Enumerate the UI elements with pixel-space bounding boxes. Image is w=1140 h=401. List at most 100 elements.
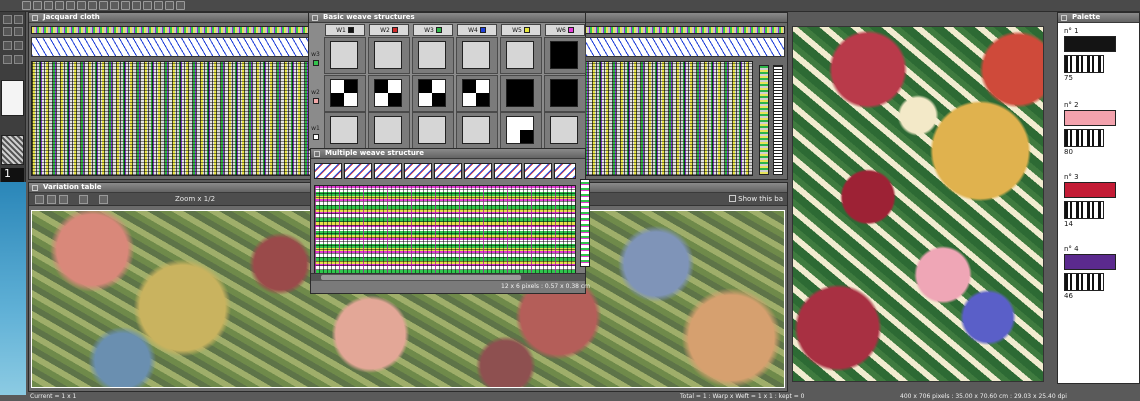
weave-cell[interactable]	[330, 116, 358, 144]
close-icon[interactable]	[32, 15, 38, 21]
line-icon[interactable]	[14, 41, 23, 50]
multiple-weave-grid[interactable]	[314, 185, 576, 275]
picker-icon[interactable]	[3, 41, 12, 50]
palette-entry[interactable]: n° 2 80	[1064, 101, 1140, 157]
multiple-weave-side-strip[interactable]	[580, 179, 590, 267]
view-mode-4-icon[interactable]	[79, 194, 88, 204]
hand-icon[interactable]	[3, 15, 12, 24]
basic-weave-title: Basic weave structures	[323, 13, 415, 21]
weave-cell[interactable]	[550, 116, 578, 144]
zoom-tool-icon[interactable]	[99, 194, 108, 204]
magnifier-icon[interactable]	[14, 27, 23, 36]
eraser-icon[interactable]	[44, 1, 53, 10]
multiple-weave-tile[interactable]	[434, 163, 462, 179]
close-icon[interactable]	[32, 185, 38, 191]
weave-cell[interactable]	[418, 79, 446, 107]
grid-icon[interactable]	[132, 1, 141, 10]
scrollbar-thumb[interactable]	[321, 275, 521, 280]
weft-color-strip[interactable]	[759, 65, 769, 175]
multiple-weave-status: 12 x 6 pixels : 0.57 x 0.38 cm	[501, 283, 590, 291]
rotate-icon[interactable]	[110, 1, 119, 10]
weave-cell[interactable]	[462, 116, 490, 144]
weave-column-header[interactable]: W2	[369, 24, 409, 36]
paste-icon[interactable]	[77, 1, 86, 10]
weave-cell[interactable]	[330, 79, 358, 107]
multiple-weave-tile[interactable]	[314, 163, 342, 179]
main-toolbar	[0, 0, 1140, 12]
pointer-icon[interactable]	[14, 15, 23, 24]
palette-window: Palette n° 1 75 n° 2 80 n° 3 14 n° 4 46	[1057, 12, 1140, 384]
weave-cell[interactable]	[462, 41, 490, 69]
weave-cell[interactable]	[374, 41, 402, 69]
close-icon[interactable]	[1061, 15, 1067, 21]
multiple-weave-tile[interactable]	[554, 163, 576, 179]
palette-entry[interactable]: n° 3 14	[1064, 173, 1140, 229]
palette-weave-pattern[interactable]	[1064, 273, 1104, 291]
weave-row-header[interactable]: w1	[309, 125, 322, 140]
checkbox-icon[interactable]	[729, 195, 737, 202]
weave-column-header[interactable]: W4	[457, 24, 497, 36]
fill-icon[interactable]	[55, 1, 64, 10]
brush-icon[interactable]	[3, 27, 12, 36]
close-icon[interactable]	[312, 15, 318, 21]
palette-weave-pattern[interactable]	[1064, 201, 1104, 219]
palette-color-swatch[interactable]	[1064, 182, 1116, 198]
palette-color-swatch[interactable]	[1064, 36, 1116, 52]
view-mode-3-icon[interactable]	[59, 194, 68, 204]
palette-entry[interactable]: n° 1 75	[1064, 27, 1140, 83]
flip-icon[interactable]	[121, 1, 130, 10]
weave-cell[interactable]	[550, 79, 578, 107]
palette-entry-count: 80	[1064, 148, 1073, 156]
weave-row-header[interactable]: w3	[309, 51, 322, 66]
palette-weave-pattern[interactable]	[1064, 55, 1104, 73]
multiple-weave-tile[interactable]	[404, 163, 432, 179]
undo-icon[interactable]	[88, 1, 97, 10]
view-mode-1-icon[interactable]	[35, 194, 44, 204]
multiple-weave-tile[interactable]	[374, 163, 402, 179]
weave-column-header[interactable]: W3	[413, 24, 453, 36]
weave-column-header[interactable]: W1	[325, 24, 365, 36]
weave-column-header[interactable]: W6	[545, 24, 585, 36]
palette-entry-label: n° 4	[1064, 245, 1079, 253]
weave-cell[interactable]	[550, 41, 578, 69]
multiple-weave-scrollbar[interactable]	[311, 273, 585, 281]
multiple-weave-tile[interactable]	[524, 163, 552, 179]
palette-color-swatch[interactable]	[1064, 110, 1116, 126]
palette-entry-count: 14	[1064, 220, 1073, 228]
redo-icon[interactable]	[99, 1, 108, 10]
palette-color-swatch[interactable]	[1064, 254, 1116, 270]
weave-cell[interactable]	[506, 41, 534, 69]
palette-entry[interactable]: n° 4 46	[1064, 245, 1140, 301]
show-this-band-checkbox[interactable]: Show this ba	[729, 195, 783, 204]
weave-cell[interactable]	[462, 79, 490, 107]
zoom-label[interactable]: Zoom x 1/2	[175, 195, 215, 204]
weave-cell[interactable]	[506, 116, 534, 144]
copy-icon[interactable]	[66, 1, 75, 10]
pattern-swatch[interactable]	[1, 135, 24, 165]
multiple-weave-tile[interactable]	[344, 163, 372, 179]
multiple-weave-tile[interactable]	[494, 163, 522, 179]
palette-weave-pattern[interactable]	[1064, 129, 1104, 147]
weave-cell[interactable]	[506, 79, 534, 107]
weave-cell[interactable]	[418, 41, 446, 69]
weave-icon[interactable]	[154, 1, 163, 10]
view-mode-2-icon[interactable]	[47, 194, 56, 204]
foreground-color-swatch[interactable]	[1, 80, 24, 116]
select-icon[interactable]	[22, 1, 31, 10]
weave-cell[interactable]	[330, 41, 358, 69]
pencil-icon[interactable]	[33, 1, 42, 10]
palette-icon[interactable]	[165, 1, 174, 10]
zoom-icon[interactable]	[143, 1, 152, 10]
fill-tool-icon[interactable]	[14, 55, 23, 64]
weave-column-header[interactable]: W5	[501, 24, 541, 36]
rect-icon[interactable]	[3, 55, 12, 64]
weft-weave-strip[interactable]	[773, 65, 783, 175]
weave-cell[interactable]	[374, 116, 402, 144]
weave-row-header[interactable]: w2	[309, 89, 322, 104]
weave-cell[interactable]	[374, 79, 402, 107]
settings-icon[interactable]	[176, 1, 185, 10]
weave-cell[interactable]	[418, 116, 446, 144]
close-icon[interactable]	[314, 151, 320, 157]
multiple-weave-tile[interactable]	[464, 163, 492, 179]
fabric-image-view[interactable]	[792, 26, 1044, 382]
